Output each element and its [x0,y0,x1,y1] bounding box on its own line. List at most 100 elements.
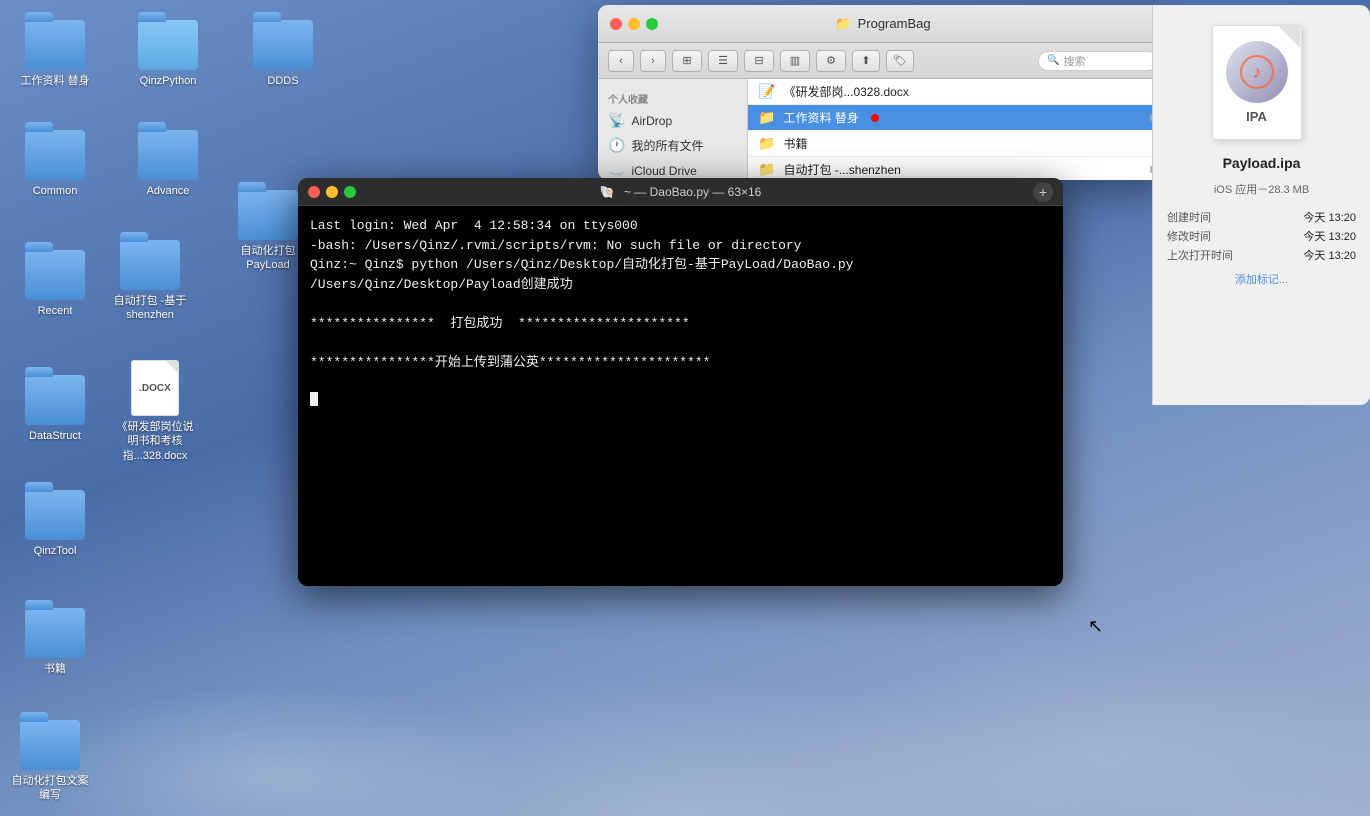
ipa-music-circle: ♪ [1226,41,1288,103]
modified-label: 修改时间 [1167,228,1211,244]
desktop-icon-recent[interactable]: Recent [15,250,95,318]
folder-icon [138,130,198,180]
file-name: 自动打包 -...shenzhen [783,161,900,178]
folder-icon [25,490,85,540]
svg-text:♪: ♪ [1252,62,1261,82]
folder-icon [253,20,313,70]
file-row-books[interactable]: 📁 书籍 [748,131,1168,157]
file-name: 书籍 [783,135,807,152]
ipa-filename: Payload.ipa [1223,155,1301,171]
action-btn[interactable]: ⚙ [816,50,846,72]
airdrop-icon: 📡 [608,112,625,129]
desktop-icon-qinzpython[interactable]: QinzPython [128,20,208,88]
search-placeholder: 搜索 [1063,53,1085,69]
terminal-line-6: ****************开始上传到蒲公英****************… [310,353,1051,373]
icon-label: Common [33,184,78,198]
file-row-work[interactable]: 📁 工作资料 替身 ▶ [748,105,1168,131]
desktop-icon-common[interactable]: Common [15,130,95,198]
sidebar-item-all-files[interactable]: 🕐 我的所有文件 [598,133,747,158]
terminal-close-btn[interactable] [308,186,320,198]
ipa-fold-corner [1279,26,1301,48]
desktop-icon-docx[interactable]: .DOCX 《研发部岗位说明书和考核指...328.docx [110,360,200,463]
icon-label: 自动化打包文案编写 [10,774,90,803]
folder-icon [120,240,180,290]
folder-icon [25,250,85,300]
finder-body: 个人收藏 📡 AirDrop 🕐 我的所有文件 ☁️ iCloud Drive … [598,79,1168,180]
terminal-window-buttons [308,186,356,198]
desktop-icon-autopack-payload[interactable]: 自动化打包 PayLoad [228,190,308,273]
icon-label: Recent [38,304,73,318]
terminal-title-icon: 🐚 [600,185,615,199]
add-tag-button[interactable]: 添加标记... [1235,271,1288,287]
terminal-line-3: Qinz:~ Qinz$ python /Users/Qinz/Desktop/… [310,255,1051,275]
terminal-cursor-line [310,392,1051,406]
file-row-docx[interactable]: 📝 《研发部岗...0328.docx [748,79,1168,105]
sidebar-label-all-files: 我的所有文件 [631,137,703,154]
icon-label: 书籍 [44,662,66,676]
window-minimize-button[interactable] [628,18,640,30]
ipa-file-bg: ♪ IPA [1212,25,1302,140]
icon-label: Advance [147,184,190,198]
view-cover-btn[interactable]: ▥ [780,50,810,72]
icon-label: QinzTool [34,544,77,558]
desktop-icon-qinztool[interactable]: QinzTool [15,490,95,558]
terminal-line-2: -bash: /Users/Qinz/.rvmi/scripts/rvm: No… [310,236,1051,256]
terminal-min-btn[interactable] [326,186,338,198]
terminal-max-btn[interactable] [344,186,356,198]
file-icon-work: 📁 [758,109,775,126]
ipa-type-detail: iOS 应用－28.3 MB [1167,181,1356,197]
desktop-icon-advance[interactable]: Advance [128,130,208,198]
folder-icon [25,130,85,180]
sidebar-section-label: 个人收藏 [598,87,747,108]
desktop-icon-datastruct[interactable]: DataStruct [15,375,95,443]
tag-btn[interactable]: 🏷 [886,50,914,72]
all-files-icon: 🕐 [608,137,625,154]
icon-label: 自动打包 -基于shenzhen [110,294,190,323]
forward-button[interactable]: › [640,50,666,72]
icon-label: 《研发部岗位说明书和考核指...328.docx [115,420,195,463]
terminal-new-tab-btn[interactable]: + [1033,182,1053,202]
file-row-autobuild-sz[interactable]: 📁 自动打包 -...shenzhen ▶ [748,157,1168,180]
view-col-btn[interactable]: ⊟ [744,50,774,72]
icon-label: 自动化打包 PayLoad [228,244,308,273]
terminal-body[interactable]: Last login: Wed Apr 4 12:58:34 on ttys00… [298,206,1063,586]
desktop-icon-books[interactable]: 书籍 [15,608,95,676]
desktop-icon-autobuild[interactable]: 自动打包 -基于shenzhen [110,240,190,323]
share-btn[interactable]: ⬆ [852,50,880,72]
window-buttons [610,18,658,30]
terminal-title-text: ~ — DaoBao.py — 63×16 [624,185,761,199]
view-icon-btn[interactable]: ⊞ [672,50,702,72]
icloud-icon: ☁️ [608,162,625,179]
icon-label: DDDS [267,74,298,88]
folder-icon [138,20,198,70]
desktop-icon-autopack-write[interactable]: 自动化打包文案编写 [5,720,95,803]
folder-icon [25,375,85,425]
window-maximize-button[interactable] [646,18,658,30]
icon-label: 工作资料 替身 [20,74,89,88]
finder-search[interactable]: 🔍 搜索 [1038,51,1158,71]
folder-icon [238,190,298,240]
info-modified-row: 修改时间 今天 13:20 [1167,228,1356,244]
file-icon-books: 📁 [758,135,775,152]
folder-icon [20,720,80,770]
file-icon-docx: 📝 [758,83,775,100]
music-note-icon: ♪ [1239,54,1275,90]
terminal-line-5: **************** 打包成功 ******************… [310,314,1051,334]
desktop-icon-ddds[interactable]: DDDS [243,20,323,88]
desktop-icon-work-folder[interactable]: 工作资料 替身 [15,20,95,88]
file-icon-autobuild-sz: 📁 [758,161,775,178]
sidebar-item-airdrop[interactable]: 📡 AirDrop [598,108,747,133]
terminal-title: 🐚 ~ — DaoBao.py — 63×16 [600,185,762,199]
back-button[interactable]: ‹ [608,50,634,72]
finder-window: 📁 ProgramBag ‹ › ⊞ ☰ ⊟ ▥ ⚙ ⬆ 🏷 🔍 搜索 个人收藏… [598,5,1168,180]
folder-icon [25,608,85,658]
docx-file-icon: .DOCX [131,360,179,416]
terminal-line-4: /Users/Qinz/Desktop/Payload创建成功 [310,275,1051,295]
lastopened-label: 上次打开时间 [1167,247,1233,263]
view-list-btn[interactable]: ☰ [708,50,738,72]
sidebar-item-icloud[interactable]: ☁️ iCloud Drive [598,158,747,180]
icon-label: QinzPython [140,74,197,88]
window-close-button[interactable] [610,18,622,30]
info-created-row: 创建时间 今天 13:20 [1167,209,1356,225]
folder-icon [25,20,85,70]
